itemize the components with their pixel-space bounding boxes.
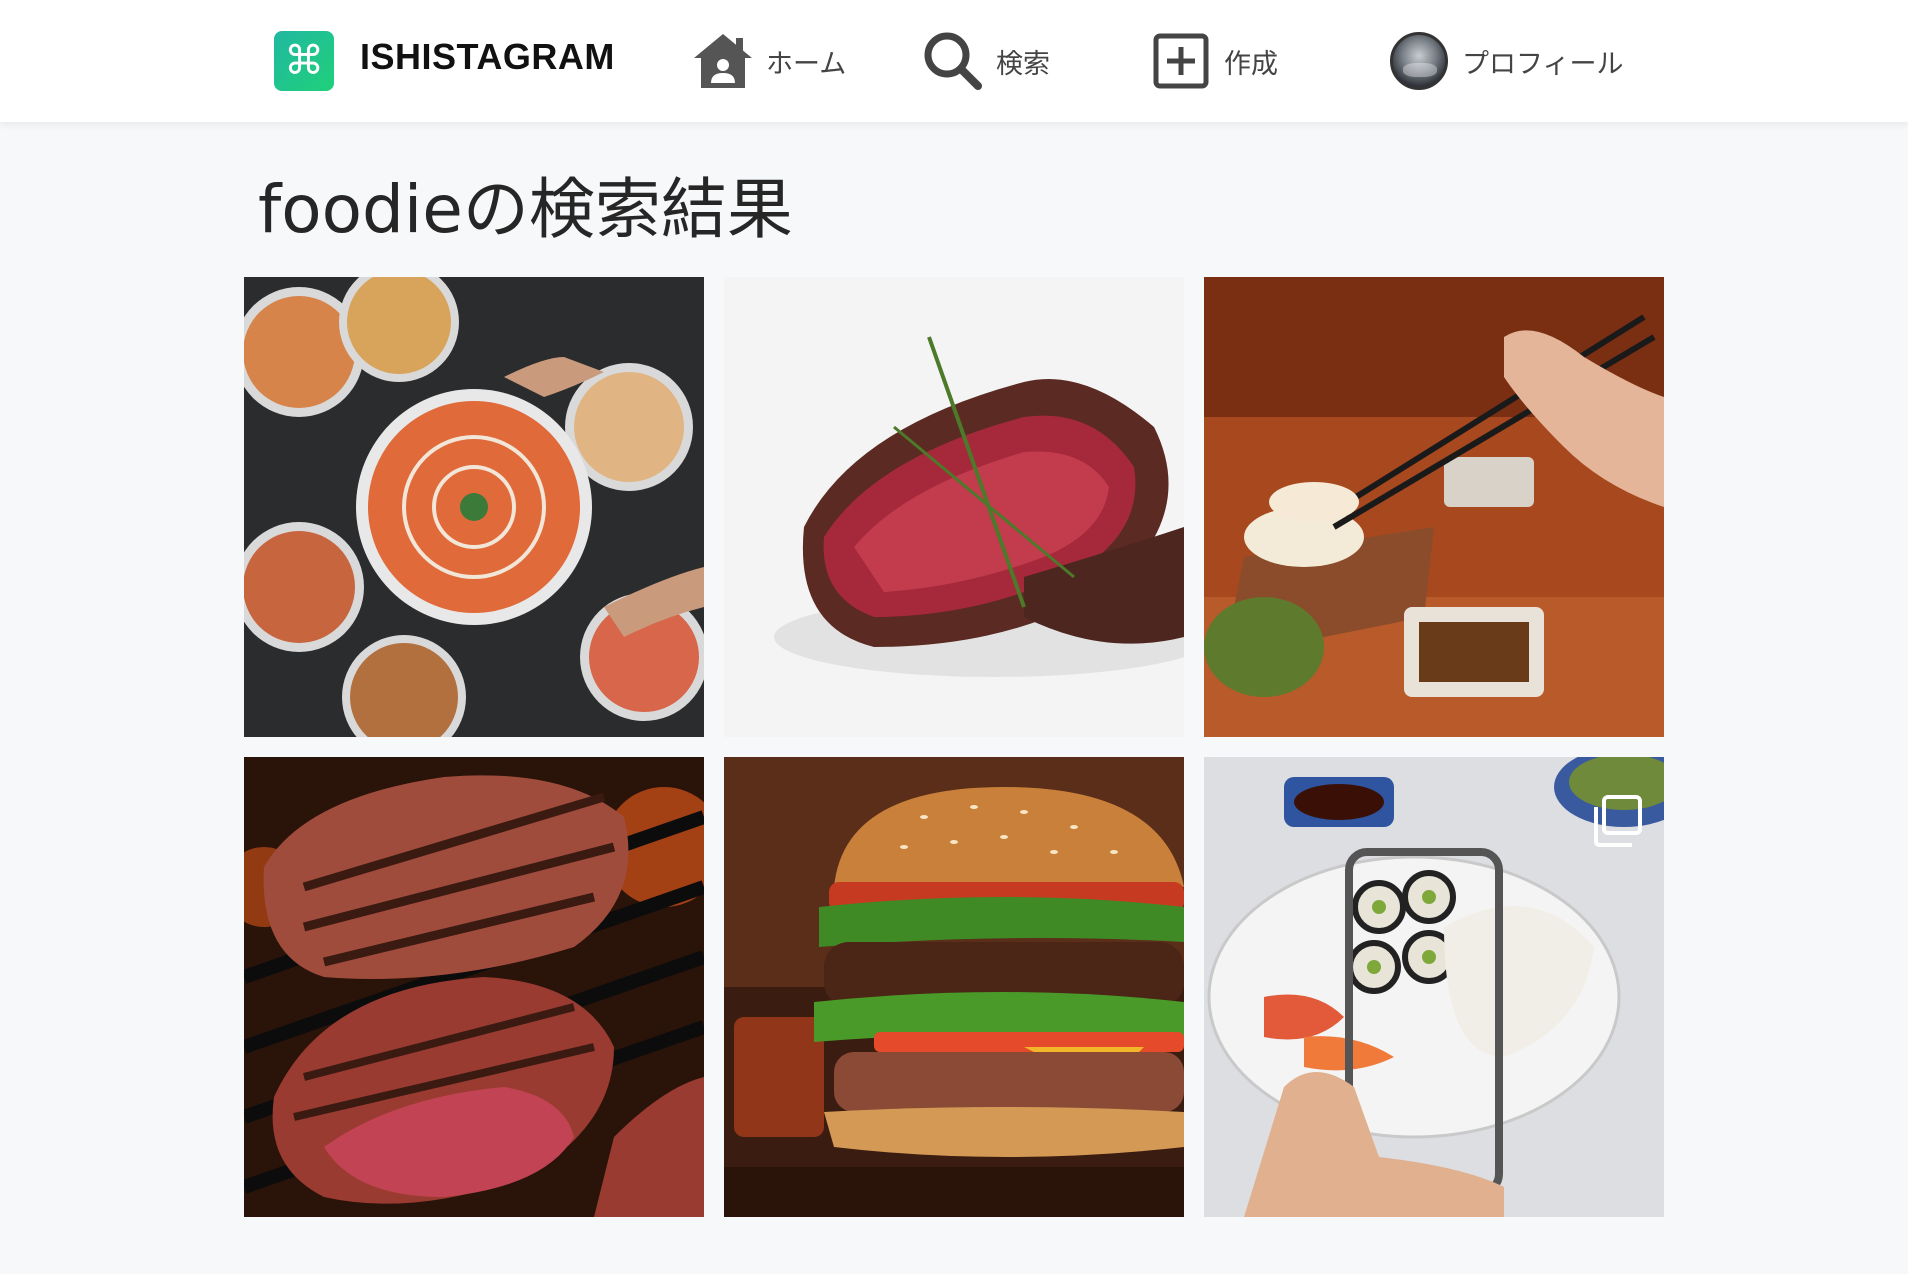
nav-search-label: 検索 (996, 48, 1050, 80)
nav-search[interactable]: 検索 (920, 26, 1050, 96)
result-post-6[interactable] (1204, 757, 1664, 1217)
result-post-1[interactable] (244, 277, 704, 737)
add-square-icon (1148, 28, 1214, 94)
nav-profile[interactable]: プロフィール (1386, 26, 1623, 96)
result-post-3[interactable] (1204, 277, 1664, 737)
post-3-image (1204, 277, 1664, 737)
post-4-image (244, 757, 704, 1217)
result-post-4[interactable] (244, 757, 704, 1217)
search-icon (920, 28, 986, 94)
post-5-image (724, 757, 1184, 1217)
nav-create[interactable]: 作成 (1148, 26, 1278, 96)
nav-home[interactable]: ホーム (690, 26, 846, 96)
home-icon (690, 28, 756, 94)
avatar (1390, 32, 1448, 90)
app-logo-icon[interactable]: ⌘ (274, 31, 334, 91)
nav-create-label: 作成 (1224, 48, 1278, 80)
nav-home-label: ホーム (766, 48, 847, 80)
profile-avatar-wrap (1386, 28, 1452, 94)
post-2-image (724, 277, 1184, 737)
result-post-5[interactable] (724, 757, 1184, 1217)
search-results-grid (244, 277, 1664, 1217)
post-6-image (1204, 757, 1664, 1217)
result-post-2[interactable] (724, 277, 1184, 737)
app-name[interactable]: ISHISTAGRAM (360, 36, 615, 78)
post-1-image (244, 277, 704, 737)
top-nav-bar: ⌘ ISHISTAGRAM ホーム 検索 作成 プロフィール (0, 0, 1908, 122)
nav-profile-label: プロフィール (1462, 48, 1624, 80)
page-title: foodieの検索結果 (258, 171, 793, 248)
